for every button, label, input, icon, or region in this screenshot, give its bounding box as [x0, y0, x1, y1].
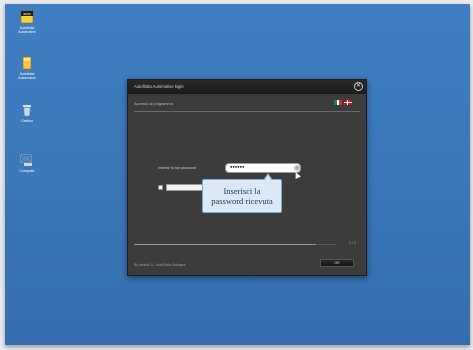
footer-text: By default: 5 - AutoFlotta Software [134, 263, 186, 267]
dialog-titlebar[interactable]: Autoflotta Automotive login ✕ [128, 80, 366, 94]
password-label: Inserire la tua password [158, 166, 197, 170]
remember-checkbox[interactable] [158, 185, 163, 190]
desktop-icon-label: Autoflotta Automotive [18, 72, 36, 80]
svg-text:auto: auto [23, 12, 30, 16]
italian-flag-icon[interactable] [334, 100, 343, 105]
ok-button[interactable]: OK [320, 259, 354, 267]
desktop-icon-recycle-bin[interactable]: Cestino [9, 104, 45, 123]
dialog-subheader: Accesso al programma [134, 102, 173, 106]
desktop-icon-label: Cestino [21, 119, 33, 123]
progress-fill [134, 244, 316, 245]
autoflotta-app-icon: auto [20, 10, 34, 24]
progress-bar [134, 244, 336, 245]
language-selector [334, 100, 352, 105]
password-field[interactable]: ●●●●●● [225, 163, 301, 173]
close-button[interactable]: ✕ [354, 82, 363, 91]
autoflotta-folder-icon [22, 56, 32, 70]
remember-field[interactable] [166, 184, 206, 191]
mouse-cursor-icon [293, 171, 301, 179]
clear-field-icon[interactable]: × [294, 165, 300, 171]
dialog-title: Autoflotta Automotive login [134, 84, 184, 89]
computer-icon [20, 154, 32, 166]
desktop-icon-computer[interactable]: Computer [9, 154, 45, 173]
callout-line-2: password ricevuta [211, 196, 273, 206]
recycle-bin-icon [23, 105, 31, 117]
english-flag-icon[interactable] [344, 100, 352, 105]
login-dialog: Autoflotta Automotive login ✕ Accesso al… [127, 79, 367, 276]
instruction-callout: Inserisci la password ricevuta [202, 173, 282, 213]
page-indicator: 1 / 2 [349, 241, 356, 245]
desktop-icon-autoflotta[interactable]: auto Autoflotta Automotive [9, 10, 45, 34]
header-divider [134, 111, 360, 112]
desktop-icon-label: Computer [19, 169, 35, 173]
callout-line-1: Inserisci la [223, 186, 261, 196]
desktop-icon-autoflotta-folder[interactable]: Autoflotta Automotive [9, 56, 45, 80]
desktop-icon-label: Autoflotta Automotive [18, 26, 36, 34]
desktop: auto Autoflotta Automotive Autoflotta Au… [5, 4, 470, 345]
